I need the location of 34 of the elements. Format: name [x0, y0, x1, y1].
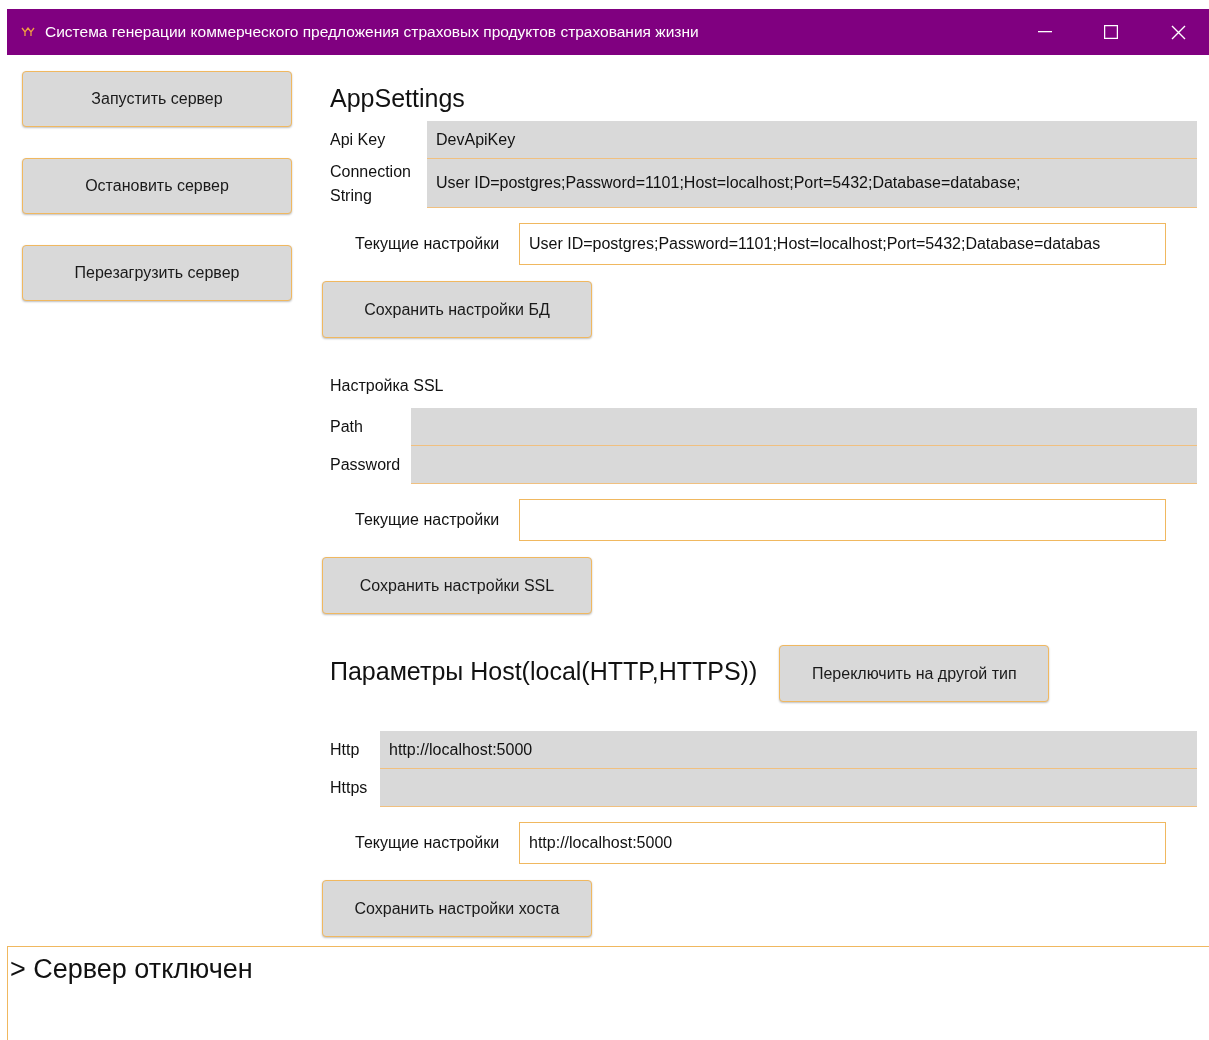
window-title: Система генерации коммерческого предложения страховых продуктов страхования жизни: [45, 22, 699, 43]
minimize-icon[interactable]: [1038, 31, 1052, 33]
save-button[interactable]: Сохранить настройки SSL: [322, 557, 592, 614]
field-label: Текущие настройки: [355, 510, 501, 530]
section-heading: Параметры Host(local(HTTP,HTTPS)): [330, 655, 758, 687]
current-settings-field[interactable]: User ID=postgres;Password=1101;Host=localhost;Port=5432;Database=databas: [519, 223, 1166, 265]
field-label: Password: [330, 455, 402, 475]
field-label: Path: [330, 417, 364, 437]
log-line: > Сервер отключен: [10, 953, 254, 986]
field-label: Текущие настройки: [355, 833, 501, 853]
text-field[interactable]: http://localhost:5000: [380, 731, 1197, 769]
text-field[interactable]: User ID=postgres;Password=1101;Host=localhost;Port=5432;Database=database;: [427, 159, 1197, 208]
current-settings-field[interactable]: [519, 499, 1166, 541]
section-heading: AppSettings: [330, 83, 465, 115]
field-label: Http: [330, 740, 361, 760]
app-icon: [21, 27, 35, 37]
text-field[interactable]: DevApiKey: [427, 121, 1197, 159]
section-caption: Настройка SSL: [330, 376, 444, 396]
field-label: Api Key: [330, 130, 387, 150]
text-field[interactable]: [380, 769, 1197, 807]
maximize-icon[interactable]: [1104, 25, 1118, 39]
server-button[interactable]: Перезагрузить сервер: [22, 245, 292, 301]
field-label: Connection String: [330, 161, 412, 206]
server-button[interactable]: Остановить сервер: [22, 158, 292, 214]
close-icon[interactable]: [1171, 24, 1186, 40]
current-settings-field[interactable]: http://localhost:5000: [519, 822, 1166, 864]
text-field[interactable]: [411, 408, 1197, 446]
text-field[interactable]: [411, 446, 1197, 484]
save-button[interactable]: Сохранить настройки БД: [322, 281, 592, 338]
server-button[interactable]: Запустить сервер: [22, 71, 292, 127]
switch-type-button[interactable]: Переключить на другой тип: [779, 645, 1050, 702]
save-button[interactable]: Сохранить настройки хоста: [322, 880, 592, 937]
field-label: Текущие настройки: [355, 234, 501, 254]
field-label: Https: [330, 778, 369, 798]
